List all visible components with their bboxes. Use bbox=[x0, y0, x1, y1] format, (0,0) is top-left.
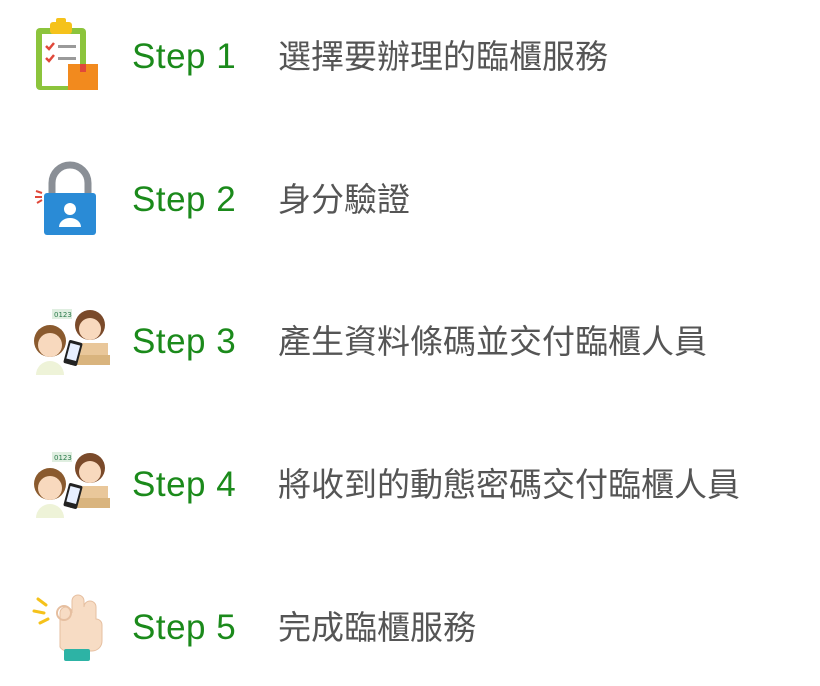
step-label: Step 3 bbox=[132, 322, 237, 361]
step-description: 身分驗證 bbox=[278, 180, 410, 219]
step-label: Step 5 bbox=[132, 608, 237, 647]
step-description: 將收到的動態密碼交付臨櫃人員 bbox=[278, 465, 740, 504]
step-4: 0123 Step 4 將收到的動態密碼交付臨櫃人員 bbox=[0, 440, 820, 530]
step-description: 完成臨櫃服務 bbox=[278, 608, 476, 647]
padlock-user-icon bbox=[30, 155, 110, 245]
step-1: Step 1 選擇要辦理的臨櫃服務 bbox=[0, 12, 820, 102]
step-list: Step 1 選擇要辦理的臨櫃服務 Step 2 身分驗證 0123 Step … bbox=[0, 0, 820, 686]
step-label: Step 4 bbox=[132, 465, 237, 504]
customer-and-clerk-icon: 0123 bbox=[30, 297, 110, 387]
step-description: 產生資料條碼並交付臨櫃人員 bbox=[278, 322, 707, 361]
step-label: Step 2 bbox=[132, 180, 237, 219]
step-description: 選擇要辦理的臨櫃服務 bbox=[278, 37, 608, 76]
customer-and-clerk-icon: 0123 bbox=[30, 440, 110, 530]
checklist-clipboard-icon bbox=[30, 12, 110, 102]
ok-hand-icon bbox=[30, 583, 110, 673]
svg-text:0123: 0123 bbox=[54, 454, 72, 462]
svg-text:0123: 0123 bbox=[54, 311, 72, 319]
step-3: 0123 Step 3 產生資料條碼並交付臨櫃人員 bbox=[0, 297, 820, 387]
step-5: Step 5 完成臨櫃服務 bbox=[0, 583, 820, 673]
step-2: Step 2 身分驗證 bbox=[0, 155, 820, 245]
step-label: Step 1 bbox=[132, 37, 237, 76]
